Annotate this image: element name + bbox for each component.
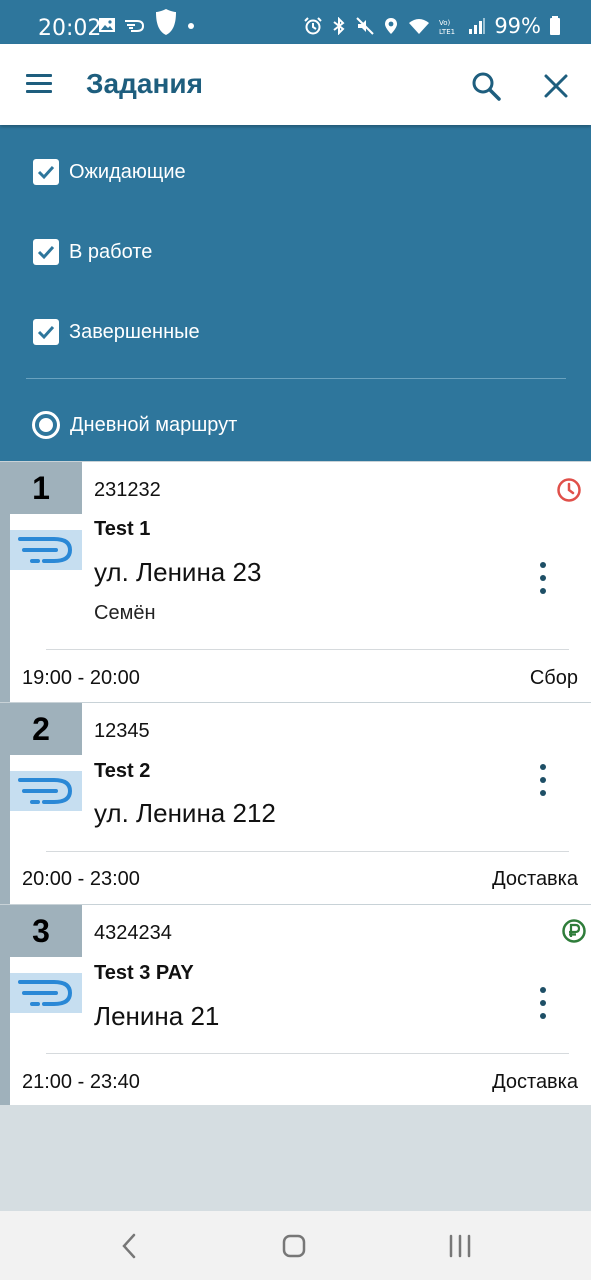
close-icon[interactable] (540, 70, 572, 102)
svg-text:Vo): Vo) (439, 19, 451, 27)
task-address: ул. Ленина 212 (94, 798, 276, 828)
wifi-icon (409, 19, 430, 34)
filter-completed[interactable]: Завершенные (33, 318, 200, 346)
task-code: 12345 (94, 720, 150, 742)
task-time-range: 19:00 - 20:00 (22, 667, 140, 689)
task-number: 3 (0, 905, 82, 957)
more-options-icon[interactable] (530, 762, 556, 798)
task-list: 1 231232 Test 1 ул. Ленина 23 Семён 19:0… (0, 461, 591, 1105)
task-type: Доставка (492, 868, 578, 890)
mute-icon (356, 17, 375, 35)
task-type: Сбор (529, 667, 578, 689)
delivery-logo-icon (10, 771, 82, 811)
signal-icon (469, 18, 486, 34)
filter-label: В работе (69, 240, 153, 263)
filter-panel: Ожидающие В работе Завершенные Дневной м… (0, 125, 591, 462)
clock-icon (557, 478, 581, 502)
more-options-icon[interactable] (530, 560, 556, 596)
check-icon (37, 165, 55, 180)
home-icon[interactable] (274, 1231, 314, 1261)
filter-label: Ожидающие (69, 160, 186, 183)
task-code: 4324234 (94, 922, 172, 944)
filter-label: Завершенные (69, 320, 200, 343)
task-name: Test 1 (94, 518, 151, 540)
system-nav-bar (0, 1211, 591, 1280)
status-bar: 20:02 Vo) LTE1 99% (0, 0, 591, 44)
check-icon (37, 325, 55, 340)
divider (26, 378, 566, 379)
task-code: 231232 (94, 479, 161, 501)
svg-text:LTE1: LTE1 (439, 28, 455, 35)
task-number: 2 (0, 703, 82, 755)
task-name: Test 3 PAY (94, 962, 194, 984)
filter-daily-route[interactable]: Дневной маршрут (32, 411, 237, 439)
back-icon[interactable] (110, 1231, 150, 1261)
radio-label: Дневной маршрут (70, 413, 238, 436)
task-number: 1 (0, 462, 82, 514)
task-type: Доставка (492, 1071, 578, 1093)
task-person: Семён (94, 602, 156, 624)
checkbox-waiting[interactable] (33, 159, 59, 185)
ruble-icon (562, 919, 586, 943)
page-title: Задания (86, 68, 203, 99)
bluetooth-icon (333, 17, 345, 35)
cast-icon (125, 20, 145, 32)
task-address: ул. Ленина 23 (94, 557, 262, 587)
lte-icon: Vo)LTE1 (439, 19, 455, 35)
checkbox-in-progress[interactable] (33, 239, 59, 265)
delivery-logo-icon (10, 530, 82, 570)
check-icon (37, 245, 55, 260)
alarm-icon (304, 17, 323, 35)
battery-icon (550, 16, 560, 35)
task-name: Test 2 (94, 760, 151, 782)
more-options-icon[interactable] (530, 985, 556, 1021)
search-icon[interactable] (470, 70, 502, 102)
filter-waiting[interactable]: Ожидающие (33, 158, 186, 186)
radio-daily-route[interactable] (32, 411, 60, 439)
battery-level: 99% (494, 14, 541, 38)
status-time: 20:02 (38, 16, 102, 41)
dot-icon (188, 23, 194, 29)
filter-in-progress[interactable]: В работе (33, 238, 152, 266)
task-time-range: 20:00 - 23:00 (22, 868, 140, 890)
recents-icon[interactable] (440, 1231, 480, 1261)
task-card[interactable]: 2 12345 Test 2 ул. Ленина 212 20:00 - 23… (0, 702, 591, 904)
location-icon (385, 18, 398, 34)
shield-app-icon (156, 9, 176, 35)
task-address: Ленина 21 (94, 1001, 220, 1031)
task-card[interactable]: 1 231232 Test 1 ул. Ленина 23 Семён 19:0… (0, 461, 591, 702)
task-card[interactable]: 3 4324234 Test 3 PAY Ленина 21 21:00 - 2… (0, 904, 591, 1105)
delivery-logo-icon (10, 973, 82, 1013)
app-bar: Задания (0, 44, 591, 125)
checkbox-completed[interactable] (33, 319, 59, 345)
task-time-range: 21:00 - 23:40 (22, 1071, 140, 1093)
menu-icon[interactable] (24, 70, 56, 98)
image-icon (99, 18, 115, 32)
